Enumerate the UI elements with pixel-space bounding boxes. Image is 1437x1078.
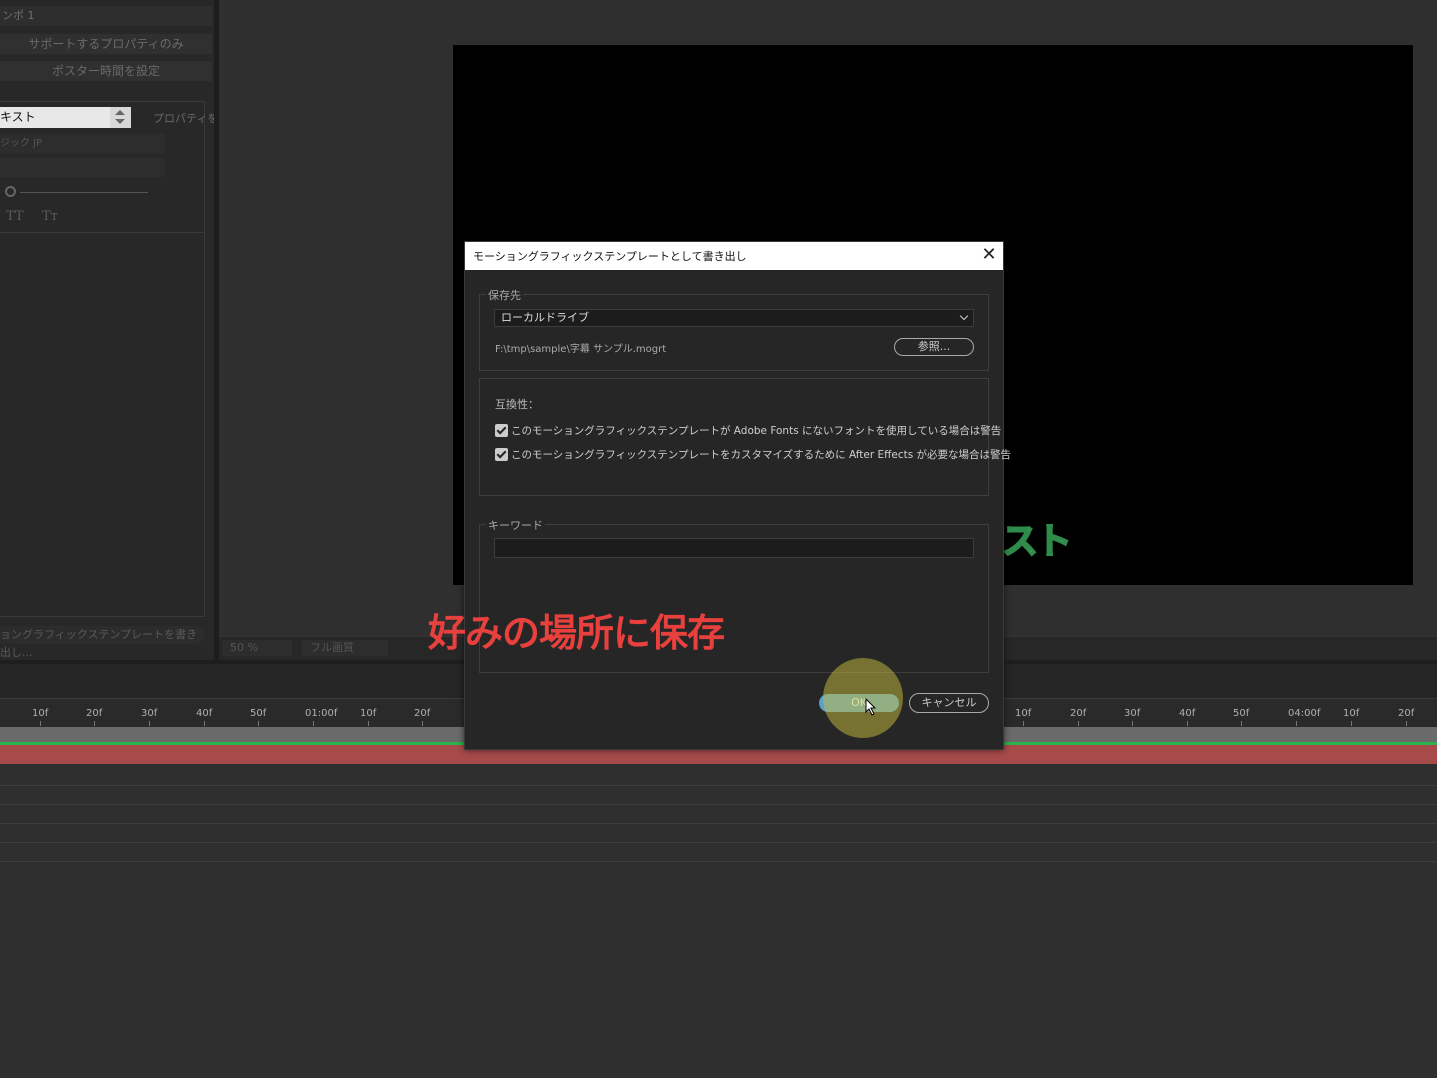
ruler-tick-mark xyxy=(1023,721,1024,726)
warn-fonts-checkbox[interactable] xyxy=(495,424,508,437)
comp-dropdown-label: ンポ 1 xyxy=(2,9,35,22)
ruler-tick-mark xyxy=(368,721,369,726)
warn-after-effects-label[interactable]: このモーショングラフィックステンプレートをカスタマイズするために After E… xyxy=(511,447,1011,462)
cursor-highlight xyxy=(823,658,903,738)
keyword-input[interactable] xyxy=(494,538,974,558)
track-divider xyxy=(0,823,1437,824)
compatibility-label: 互換性： xyxy=(495,398,539,411)
keyword-label: キーワード xyxy=(486,517,545,533)
ruler-tick-mark xyxy=(1132,721,1133,726)
ruler-tick-mark xyxy=(422,721,423,726)
stepper-down-icon[interactable] xyxy=(115,119,125,124)
ruler-tick-label: 30f xyxy=(1124,708,1141,719)
size-slider-knob[interactable] xyxy=(5,186,16,197)
dialog-title: モーショングラフィックステンプレートとして書き出し xyxy=(473,250,747,263)
font-family-select[interactable]: ジック JP xyxy=(0,134,165,153)
warn-fonts-label[interactable]: このモーショングラフィックステンプレートが Adobe Fonts にないフォン… xyxy=(511,423,1001,438)
all-caps-button[interactable]: TT xyxy=(6,209,24,224)
ruler-tick-label: 04:00f xyxy=(1288,708,1321,719)
ruler-tick-label: 01:00f xyxy=(305,708,338,719)
source-text-field[interactable]: キスト xyxy=(0,107,110,128)
close-icon[interactable]: ✕ xyxy=(980,246,998,264)
track-divider xyxy=(0,785,1437,786)
ruler-tick-label: 10f xyxy=(32,708,49,719)
panel-divider xyxy=(0,232,205,233)
ruler-tick-label: 20f xyxy=(1398,708,1415,719)
ruler-tick-mark xyxy=(313,721,314,726)
track-divider xyxy=(0,861,1437,862)
ruler-tick-mark xyxy=(1406,721,1407,726)
destination-value: ローカルドライブ xyxy=(501,311,589,324)
ruler-tick-label: 30f xyxy=(141,708,158,719)
track-divider xyxy=(0,842,1437,843)
cancel-button[interactable]: キャンセル xyxy=(909,693,989,713)
warn-after-effects-checkbox[interactable] xyxy=(495,448,508,461)
ruler-tick-mark xyxy=(1078,721,1079,726)
ruler-tick-mark xyxy=(204,721,205,726)
ruler-tick-mark xyxy=(1241,721,1242,726)
ruler-tick-mark xyxy=(94,721,95,726)
font-style-select[interactable] xyxy=(0,158,165,177)
supported-properties-button[interactable]: サポートするプロパティのみ xyxy=(0,34,212,54)
viewer-caption-text: スト xyxy=(1001,520,1073,563)
ruler-tick-mark xyxy=(258,721,259,726)
properties-label: プロパティを xyxy=(153,112,219,125)
properties-box xyxy=(0,101,205,617)
ruler-tick-mark xyxy=(40,721,41,726)
destination-label: 保存先 xyxy=(486,287,523,303)
ruler-tick-label: 50f xyxy=(250,708,267,719)
comp-dropdown[interactable]: ンポ 1 xyxy=(0,6,212,26)
cursor-pointer-icon xyxy=(865,698,877,716)
ruler-tick-mark xyxy=(1187,721,1188,726)
ruler-tick-label: 10f xyxy=(1343,708,1360,719)
ruler-tick-label: 20f xyxy=(86,708,103,719)
ruler-tick-mark xyxy=(1296,721,1297,726)
ruler-tick-label: 50f xyxy=(1233,708,1250,719)
chevron-down-icon xyxy=(959,311,969,321)
ruler-tick-label: 20f xyxy=(1070,708,1087,719)
ruler-tick-label: 40f xyxy=(1179,708,1196,719)
text-stepper[interactable] xyxy=(110,107,131,128)
panel-separator xyxy=(214,0,219,660)
destination-group xyxy=(479,294,989,371)
ruler-tick-mark xyxy=(1351,721,1352,726)
tutorial-annotation: 好みの場所に保存 xyxy=(428,611,725,655)
ruler-tick-label: 10f xyxy=(1015,708,1032,719)
track-divider xyxy=(0,804,1437,805)
zoom-select[interactable]: 50 % xyxy=(222,640,292,656)
small-caps-button[interactable]: Tт xyxy=(42,209,58,224)
resolution-select[interactable]: フル画質 xyxy=(302,640,388,656)
set-poster-time-button[interactable]: ポスター時間を設定 xyxy=(0,61,212,81)
font-family-value: ジック JP xyxy=(0,138,43,149)
destination-select[interactable]: ローカルドライブ xyxy=(494,309,974,327)
export-template-button[interactable]: ョングラフィックステンプレートを書き出し... xyxy=(0,626,205,659)
stepper-up-icon[interactable] xyxy=(115,110,125,115)
ruler-tick-label: 10f xyxy=(360,708,377,719)
size-slider-track[interactable] xyxy=(20,192,148,193)
ruler-tick-label: 20f xyxy=(414,708,431,719)
ruler-tick-mark xyxy=(149,721,150,726)
browse-button[interactable]: 参照... xyxy=(894,338,974,356)
ruler-tick-label: 40f xyxy=(196,708,213,719)
save-path: F:\tmp\sample\字幕 サンプル.mogrt xyxy=(495,344,667,355)
